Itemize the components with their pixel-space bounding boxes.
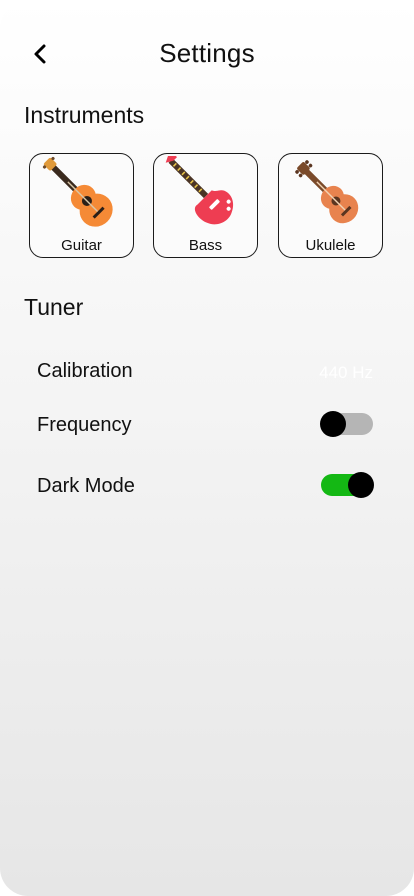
frequency-row: Frequency xyxy=(37,410,377,442)
calibration-value[interactable]: 440 Hz xyxy=(319,363,373,383)
bass-guitar-icon xyxy=(165,156,234,225)
instruments-section-title: Instruments xyxy=(24,102,145,128)
instrument-card-guitar[interactable]: Guitar xyxy=(29,153,134,258)
instrument-cards: Guitar Bass Ukulele xyxy=(29,153,389,261)
toggle-knob xyxy=(348,472,374,498)
instrument-label-ukulele: Ukulele xyxy=(305,237,356,254)
instrument-label-bass: Bass xyxy=(188,237,223,254)
guitar-icon xyxy=(42,156,113,227)
dark-mode-toggle[interactable] xyxy=(321,472,374,498)
dark-mode-label: Dark Mode xyxy=(37,475,135,497)
header: Settings xyxy=(0,30,414,80)
instrument-card-bass[interactable]: Bass xyxy=(153,153,258,258)
instrument-card-ukulele[interactable]: Ukulele xyxy=(278,153,383,258)
frequency-toggle[interactable] xyxy=(320,411,373,437)
calibration-row[interactable]: Calibration 440 Hz xyxy=(37,356,377,388)
dark-mode-row: Dark Mode xyxy=(37,471,377,503)
page-title: Settings xyxy=(159,38,255,68)
settings-screen: Settings Instruments Guitar Bass Ukulele… xyxy=(0,0,414,896)
ukulele-icon xyxy=(295,160,359,224)
calibration-label: Calibration xyxy=(37,360,133,382)
tuner-section-title: Tuner xyxy=(24,294,84,320)
toggle-knob xyxy=(320,411,346,437)
frequency-label: Frequency xyxy=(37,414,132,436)
instrument-label-guitar: Guitar xyxy=(61,237,102,254)
